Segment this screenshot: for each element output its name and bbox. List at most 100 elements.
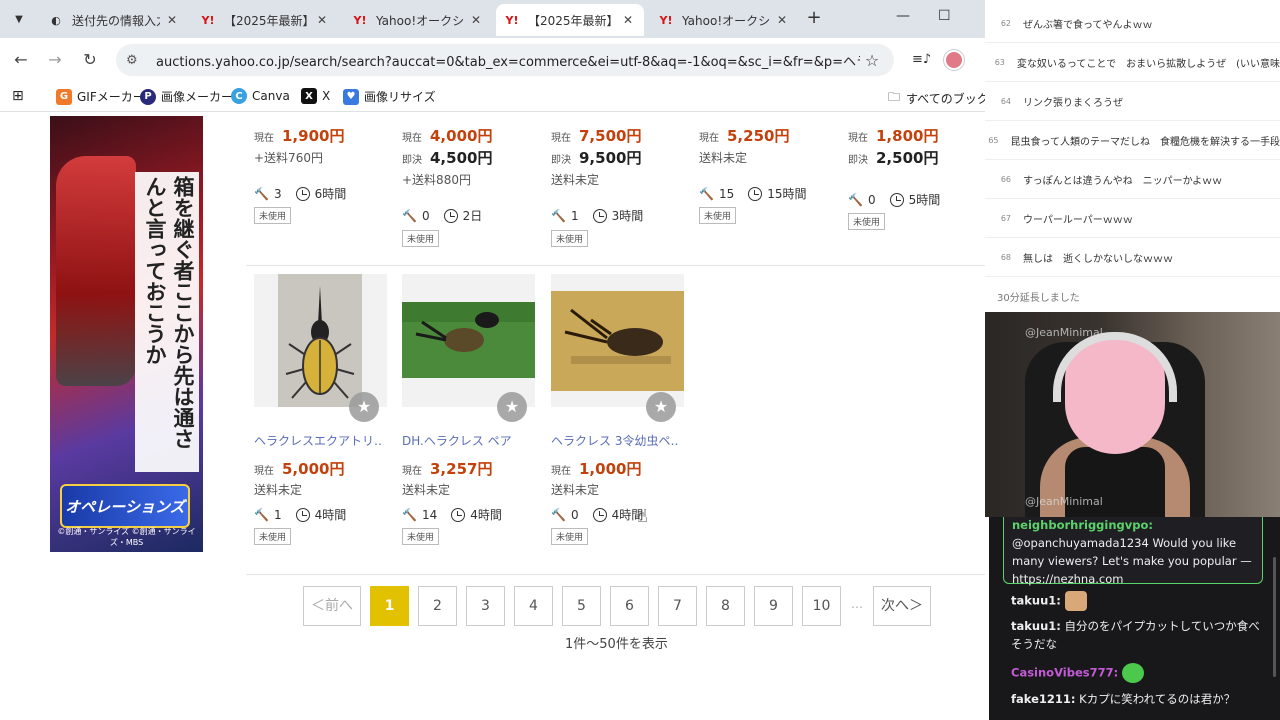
page-6-button[interactable]: 6 <box>610 586 649 626</box>
buy-now-label: 即決 <box>402 155 422 166</box>
close-icon[interactable]: ✕ <box>774 13 790 27</box>
tab-5[interactable]: Y! Yahoo!オークション ✕ <box>650 6 798 34</box>
page-5-button[interactable]: 5 <box>562 586 601 626</box>
comment-text: すっぽんとは違うんやね ニッパーかよｗｗ <box>1023 175 1223 187</box>
bookmark-canva[interactable]: C Canva <box>231 88 290 104</box>
highlighted-chat-message: neighborhriggingvpo: @opanchuyamada1234 … <box>1003 517 1263 586</box>
buy-now-label: 即決 <box>848 155 868 166</box>
bookmark-label: 画像メーカー <box>161 90 234 104</box>
media-control-icon[interactable]: ≡♪ <box>912 52 931 67</box>
page-2-button[interactable]: 2 <box>418 586 457 626</box>
page-3-button[interactable]: 3 <box>466 586 505 626</box>
apps-grid-icon[interactable]: ⊞ <box>12 88 24 104</box>
tab-2[interactable]: Y! 【2025年最新】Yahoo ✕ <box>192 6 338 34</box>
clock-icon <box>443 208 458 223</box>
reload-icon[interactable]: ↻ <box>80 50 100 70</box>
chat-message-text: @opanchuyamada1234 Would you like many v… <box>1012 536 1252 586</box>
url-text[interactable]: auctions.yahoo.co.jp/search/search?aucca… <box>156 51 860 70</box>
tab-title: 送付先の情報入力 <box>72 13 160 28</box>
comment-text: リンク張りまくろうぜ <box>1023 97 1123 109</box>
item-thumbnail[interactable] <box>551 274 684 407</box>
comment-text: 無しは 逝くしかないしなｗｗｗ <box>1023 253 1173 265</box>
shipping: 送料未定 <box>551 173 600 187</box>
bookmark-gif-maker[interactable]: G GIFメーカー <box>56 88 145 105</box>
bid-count: 1 <box>274 507 282 522</box>
bid-count: 14 <box>422 507 438 522</box>
back-icon[interactable]: ← <box>11 50 31 70</box>
new-tab-icon[interactable]: + <box>804 8 824 30</box>
current-label: 現在 <box>551 133 571 144</box>
page-4-button[interactable]: 4 <box>514 586 553 626</box>
page-9-button[interactable]: 9 <box>754 586 793 626</box>
forward-icon[interactable]: → <box>45 50 65 70</box>
shipping: 送料未定 <box>254 483 303 497</box>
comment-row: 63 変な奴いるってことで おまいら拡散しようぜ (いい意味 <box>985 43 1280 82</box>
tab-3[interactable]: Y! Yahoo!オークション ✕ <box>344 6 492 34</box>
tab-4-active[interactable]: Y! 【2025年最新】ヘラ ✕ <box>496 4 644 36</box>
yahoo-y-icon: Y! <box>353 13 367 27</box>
comment-text: 変な奴いるってことで おまいら拡散しようぜ (いい意味 <box>1016 58 1280 70</box>
page-10-button[interactable]: 10 <box>802 586 841 626</box>
tab-title: 【2025年最新】ヘラ <box>528 13 616 28</box>
shipping: 送料未定 <box>402 483 451 497</box>
address-bar-row: ← → ↻ ⚙ auctions.yahoo.co.jp/search/sear… <box>0 38 985 82</box>
page-1-button[interactable]: 1 <box>370 586 409 626</box>
maximize-icon[interactable]: ☐ <box>938 8 951 24</box>
tab-search-icon[interactable]: ▼ <box>8 8 30 30</box>
current-price: 1,800円 <box>876 127 939 145</box>
comment-row: 62 ぜんぶ箸で食ってやんよｗｗ <box>985 4 1280 43</box>
ad-banner[interactable]: 箱を継ぐ者ここから先は通さんと言っておこうか オペレーションズ ©創通・サンライ… <box>50 116 203 552</box>
item-thumbnail[interactable] <box>402 274 535 407</box>
bookmark-image-resize[interactable]: ♥ 画像リサイズ <box>343 88 436 105</box>
item-title-link[interactable]: DH.ヘラクレス ペア <box>402 432 530 449</box>
comment-number: 64 <box>1000 96 1011 106</box>
watchlist-star-icon[interactable]: ★ <box>349 392 379 422</box>
watchlist-star-icon[interactable]: ★ <box>646 392 676 422</box>
comment-system-note: 30分延長しました <box>997 293 1080 304</box>
chat-line: CasinoVibes777: <box>1011 663 1261 683</box>
robot-illustration <box>56 156 136 386</box>
next-page-button[interactable]: 次へ＞ <box>873 586 931 626</box>
bookmark-star-icon[interactable]: ☆ <box>860 51 884 70</box>
prev-page-button[interactable]: ＜前へ <box>303 586 361 626</box>
current-price: 5,250円 <box>727 127 790 145</box>
close-icon[interactable]: ✕ <box>164 13 180 27</box>
item-title-link[interactable]: ヘラクレス 3令幼虫ペ… <box>551 432 679 449</box>
page-7-button[interactable]: 7 <box>658 586 697 626</box>
gavel-icon: 🔨 <box>699 186 714 201</box>
row-divider <box>246 574 985 575</box>
canva-icon: C <box>231 88 247 104</box>
current-label: 現在 <box>551 466 571 477</box>
minimize-icon[interactable]: — <box>896 8 910 24</box>
bookmark-x[interactable]: X X <box>301 88 330 104</box>
site-info-icon[interactable]: ⚙ <box>126 53 146 68</box>
clock-icon <box>889 192 904 207</box>
clock-icon <box>592 208 607 223</box>
watchlist-star-icon[interactable]: ★ <box>497 392 527 422</box>
image-maker-icon: P <box>140 88 156 105</box>
bookmark-image-maker[interactable]: P 画像メーカー <box>140 88 233 105</box>
omnibox[interactable]: ⚙ auctions.yahoo.co.jp/search/search?auc… <box>116 44 894 76</box>
yahoo-y-icon: Y! <box>659 13 673 27</box>
profile-avatar[interactable] <box>944 50 964 70</box>
clock-icon <box>592 507 607 522</box>
buy-now-label: 即決 <box>551 155 571 166</box>
folder-icon: 🗀 <box>888 90 901 104</box>
item-title-link[interactable]: ヘラクレスエクアトリ… <box>254 432 382 449</box>
close-icon[interactable]: ✕ <box>468 13 484 27</box>
chat-line: fake1211: Kカプに笑われてるのは君か？ <box>1011 690 1261 708</box>
condition-badge: 未使用 <box>551 230 589 247</box>
shipping: +送料760円 <box>254 151 323 165</box>
chat-scrollbar[interactable] <box>1273 557 1276 677</box>
time-left: 2日 <box>462 209 483 223</box>
hand-cursor-icon: ☝ <box>637 506 648 527</box>
page-8-button[interactable]: 8 <box>706 586 745 626</box>
beetle-larva-photo <box>551 291 684 391</box>
current-price: 7,500円 <box>579 127 642 145</box>
tab-1[interactable]: ◐ 送付先の情報入力 ✕ <box>40 6 188 34</box>
close-icon[interactable]: ✕ <box>314 13 330 27</box>
chat-username: takuu1: <box>1011 593 1061 608</box>
bookmark-label: Canva <box>252 89 290 103</box>
item-thumbnail[interactable] <box>254 274 387 407</box>
close-icon[interactable]: ✕ <box>620 13 636 27</box>
